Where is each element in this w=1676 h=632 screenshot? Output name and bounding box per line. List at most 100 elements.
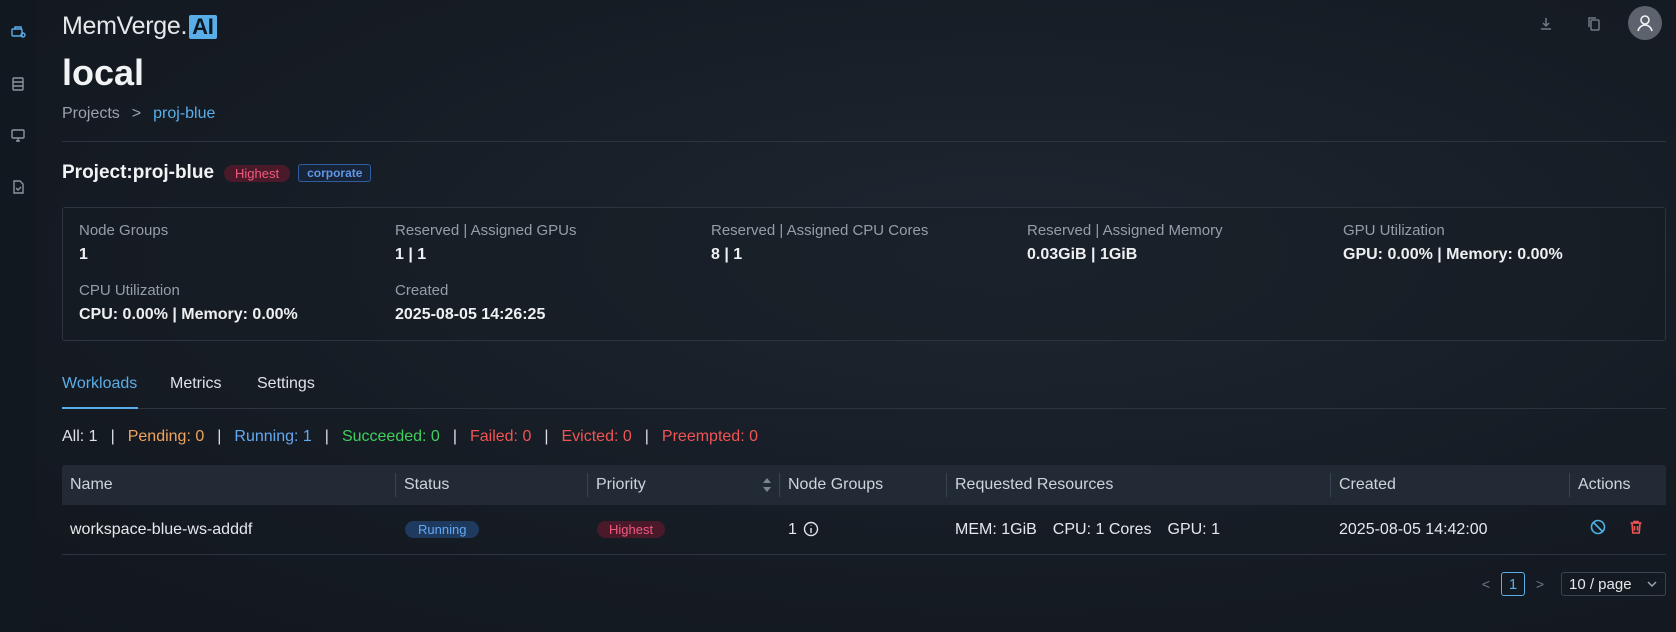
col-status: Status <box>396 465 588 505</box>
filter-separator: | <box>324 428 329 445</box>
user-icon <box>1637 15 1653 32</box>
col-label: Name <box>70 476 113 493</box>
breadcrumb-projects[interactable]: Projects <box>62 105 120 123</box>
breadcrumb-current[interactable]: proj-blue <box>153 105 215 123</box>
info-label: Node Groups <box>79 222 169 239</box>
col-created: Created <box>1331 465 1570 505</box>
info-value: GPU: 0.00% | Memory: 0.00% <box>1343 246 1563 263</box>
info-created: Created 2025-08-05 14:26:25 <box>395 282 545 324</box>
filter-separator: | <box>110 428 115 445</box>
col-priority[interactable]: Priority <box>588 465 780 505</box>
project-title: Project:proj-blue <box>62 162 215 183</box>
info-label: Reserved | Assigned Memory <box>1027 222 1223 239</box>
info-memory: Reserved | Assigned Memory 0.03GiB | 1Gi… <box>1027 222 1223 264</box>
info-cpu-utilization: CPU Utilization CPU: 0.00% | Memory: 0.0… <box>79 282 298 324</box>
chevron-down-icon <box>1647 581 1657 588</box>
info-cpu-cores: Reserved | Assigned CPU Cores 8 | 1 <box>711 222 928 264</box>
info-label: CPU Utilization <box>79 282 180 299</box>
status-filter-bar: All: 1 | Pending: 0 | Running: 1 | Succe… <box>62 428 758 446</box>
filter-separator: | <box>644 428 649 445</box>
list-icon[interactable] <box>9 75 27 93</box>
info-value: CPU: 0.00% | Memory: 0.00% <box>79 306 298 323</box>
table-row[interactable]: workspace-blue-ws-adddf Running Highest … <box>62 505 1666 555</box>
col-requested-resources: Requested Resources <box>947 465 1331 505</box>
brand-ai-mark: AI <box>189 14 217 39</box>
info-label: GPU Utilization <box>1343 222 1445 239</box>
tab-bar: Workloads Metrics Settings <box>62 375 1666 409</box>
col-label: Status <box>404 476 450 493</box>
workloads-table: Name Status Priority Node Groups Request… <box>62 465 1666 555</box>
node-groups-cell: 1 <box>780 505 947 554</box>
node-groups-value: 1 <box>788 520 797 538</box>
left-nav-rail <box>0 0 36 632</box>
priority-badge: Highest <box>597 521 666 538</box>
col-node-groups: Node Groups <box>780 465 947 505</box>
info-gpu-utilization: GPU Utilization GPU: 0.00% | Memory: 0.0… <box>1343 222 1563 264</box>
brand-logo[interactable]: MemVerge. AI <box>62 12 217 41</box>
tab-workloads[interactable]: Workloads <box>62 375 137 393</box>
task-icon[interactable] <box>9 178 27 196</box>
download-icon[interactable] <box>1536 14 1556 34</box>
col-actions: Actions <box>1570 465 1666 505</box>
page-title: local <box>62 52 145 93</box>
table-header: Name Status Priority Node Groups Request… <box>62 465 1666 505</box>
col-label: Created <box>1339 476 1396 493</box>
priority-tag: Highest <box>224 164 291 182</box>
projects-icon[interactable] <box>9 23 27 41</box>
user-avatar[interactable] <box>1628 6 1662 40</box>
workload-name[interactable]: workspace-blue-ws-adddf <box>62 505 396 554</box>
gpu-value: GPU: 1 <box>1167 520 1220 538</box>
info-value: 1 | 1 <box>395 246 427 263</box>
next-page-button[interactable]: > <box>1533 576 1547 592</box>
tab-settings[interactable]: Settings <box>257 375 315 393</box>
col-label: Node Groups <box>788 476 884 493</box>
filter-succeeded[interactable]: Succeeded: 0 <box>342 428 440 446</box>
page-number[interactable]: 1 <box>1501 572 1525 596</box>
sort-icon[interactable] <box>762 477 772 493</box>
status-cell: Running <box>396 505 588 554</box>
page-size-value: 10 / page <box>1569 575 1632 593</box>
created-cell: 2025-08-05 14:42:00 <box>1339 520 1488 538</box>
info-value: 8 | 1 <box>711 246 743 263</box>
mem-value: MEM: 1GiB <box>955 520 1037 538</box>
cpu-value: CPU: 1 Cores <box>1052 520 1152 538</box>
info-value: 2025-08-05 14:26:25 <box>395 306 546 323</box>
filter-separator: | <box>217 428 222 445</box>
info-value: 1 <box>79 246 88 263</box>
col-label: Requested Resources <box>955 476 1114 493</box>
breadcrumb-separator: > <box>131 105 142 122</box>
priority-cell: Highest <box>588 505 780 554</box>
page-size-select[interactable]: 10 / page <box>1561 572 1666 596</box>
filter-running[interactable]: Running: 1 <box>234 428 311 446</box>
actions-cell <box>1570 505 1666 554</box>
prev-page-button[interactable]: < <box>1479 576 1493 592</box>
tab-active-indicator <box>62 407 138 409</box>
copy-icon[interactable] <box>1584 14 1604 34</box>
info-label: Created <box>395 282 449 299</box>
status-badge: Running <box>405 521 480 538</box>
resources-cell: MEM: 1GiB CPU: 1 Cores GPU: 1 <box>947 505 1331 554</box>
divider <box>62 141 1666 142</box>
info-label: Reserved | Assigned GPUs <box>395 222 577 239</box>
breadcrumb: Projects > proj-blue <box>62 105 215 123</box>
project-header: Project:proj-blue Highest corporate <box>62 162 372 184</box>
filter-pending[interactable]: Pending: 0 <box>128 428 205 446</box>
filter-all[interactable]: All: 1 <box>62 428 98 446</box>
monitor-icon[interactable] <box>9 126 27 144</box>
project-info-card: Node Groups 1 Reserved | Assigned GPUs 1… <box>62 207 1666 341</box>
info-value: 0.03GiB | 1GiB <box>1027 246 1138 263</box>
info-node-groups: Node Groups 1 <box>79 222 168 264</box>
pagination: < 1 > 10 / page <box>1479 572 1666 596</box>
brand-name: MemVerge. <box>62 12 188 40</box>
delete-icon[interactable] <box>1628 519 1644 540</box>
department-tag: corporate <box>298 164 372 182</box>
filter-preempted[interactable]: Preempted: 0 <box>662 428 758 446</box>
info-gpus: Reserved | Assigned GPUs 1 | 1 <box>395 222 576 264</box>
tab-metrics[interactable]: Metrics <box>170 375 222 393</box>
filter-separator: | <box>544 428 549 445</box>
filter-failed[interactable]: Failed: 0 <box>470 428 531 446</box>
stop-icon[interactable] <box>1590 519 1606 540</box>
info-icon[interactable] <box>797 521 819 539</box>
filter-evicted[interactable]: Evicted: 0 <box>562 428 632 446</box>
col-name: Name <box>62 465 396 505</box>
